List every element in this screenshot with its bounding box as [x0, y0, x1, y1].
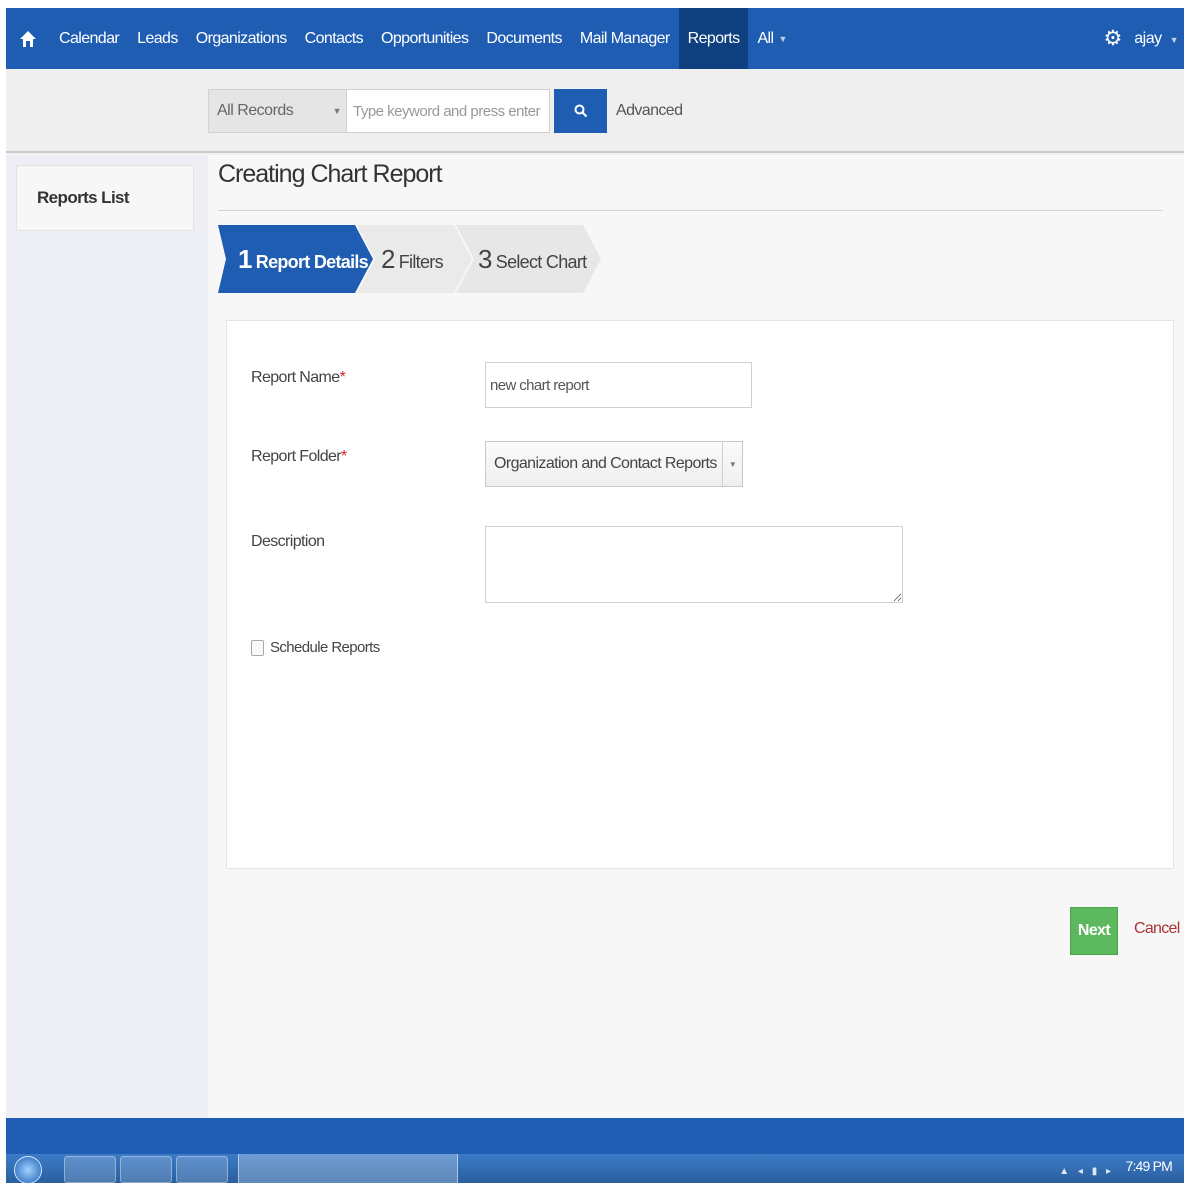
caret-down-icon: ▼: [332, 106, 342, 116]
search-input[interactable]: [346, 89, 550, 133]
step-number: 2: [381, 244, 395, 274]
page-title: Creating Chart Report: [218, 160, 443, 188]
nav-organizations[interactable]: Organizations: [187, 8, 296, 69]
step-label: Select Chart: [495, 252, 587, 272]
record-filter-select[interactable]: All Records ▼: [208, 89, 348, 133]
nav-calendar[interactable]: Calendar: [50, 8, 128, 69]
schedule-reports-row: Schedule Reports: [251, 639, 380, 656]
taskbar-browser-icon[interactable]: [176, 1156, 228, 1183]
nav-all-label: All: [757, 29, 774, 47]
taskbar-media-icon[interactable]: [64, 1156, 116, 1183]
search-button[interactable]: [554, 89, 607, 133]
windows-taskbar: ▲ ◂ ▮ ▸ 7:49 PM: [6, 1154, 1184, 1183]
nav-leads[interactable]: Leads: [128, 8, 187, 69]
home-icon[interactable]: [6, 8, 50, 69]
step-number: 1: [238, 244, 252, 274]
caret-down-icon: ▼: [778, 33, 787, 44]
step-label: Report Details: [255, 252, 369, 272]
report-details-form: Report Name* Report Folder* Organization…: [226, 320, 1174, 869]
taskbar-folder-icon[interactable]: [120, 1156, 172, 1183]
cancel-link[interactable]: Cancel: [1134, 920, 1180, 938]
nav-documents[interactable]: Documents: [477, 8, 571, 69]
app-window: Calendar Leads Organizations Contacts Op…: [6, 8, 1184, 1183]
taskbar-active-window[interactable]: [238, 1154, 458, 1183]
next-button[interactable]: Next: [1070, 907, 1118, 955]
search-icon: [574, 104, 587, 118]
step-label: Filters: [398, 252, 444, 272]
nav-reports[interactable]: Reports: [678, 8, 749, 69]
title-divider: [218, 210, 1163, 211]
report-folder-label-text: Report Folder: [251, 448, 342, 465]
system-tray-icons[interactable]: ▲ ◂ ▮ ▸: [1059, 1166, 1114, 1177]
taskbar-clock[interactable]: 7:49 PM: [1125, 1158, 1172, 1174]
main-content: Creating Chart Report 1 Report Details 2F…: [208, 155, 1184, 1118]
start-button-icon[interactable]: [14, 1156, 42, 1183]
user-menu[interactable]: ajay ▼: [1134, 30, 1178, 48]
footer-bar: [6, 1118, 1184, 1154]
schedule-reports-label: Schedule Reports: [270, 639, 380, 656]
search-bar: All Records ▼ Advanced: [6, 69, 1184, 153]
report-folder-select[interactable]: Organization and Contact Reports ▼: [485, 441, 743, 487]
caret-down-icon: ▼: [1169, 34, 1179, 45]
report-name-label-text: Report Name: [251, 369, 340, 386]
required-marker: *: [339, 369, 346, 386]
nav-all-menu[interactable]: All ▼: [748, 8, 795, 69]
description-label: Description: [251, 533, 325, 550]
sidebar: Reports List: [6, 155, 208, 1118]
report-folder-label: Report Folder*: [251, 448, 347, 466]
required-marker: *: [341, 448, 347, 465]
nav-opportunities[interactable]: Opportunities: [372, 8, 477, 69]
description-textarea[interactable]: [485, 526, 903, 603]
report-name-input[interactable]: [485, 362, 752, 408]
report-folder-value: Organization and Contact Reports: [494, 455, 717, 472]
caret-down-icon: ▼: [722, 442, 742, 486]
gear-icon[interactable]: ⚙: [1103, 26, 1122, 51]
user-name: ajay: [1134, 29, 1162, 47]
advanced-search-link[interactable]: Advanced: [616, 102, 683, 120]
nav-contacts[interactable]: Contacts: [296, 8, 372, 69]
nav-mail-manager[interactable]: Mail Manager: [571, 8, 679, 69]
record-filter-value: All Records: [217, 102, 294, 119]
top-navigation: Calendar Leads Organizations Contacts Op…: [6, 8, 1184, 69]
nav-right: ⚙ ajay ▼: [1103, 8, 1184, 69]
report-name-label: Report Name*: [251, 369, 346, 387]
step-number: 3: [478, 244, 492, 274]
reports-list-link[interactable]: Reports List: [16, 165, 194, 231]
schedule-reports-checkbox[interactable]: [251, 639, 264, 656]
